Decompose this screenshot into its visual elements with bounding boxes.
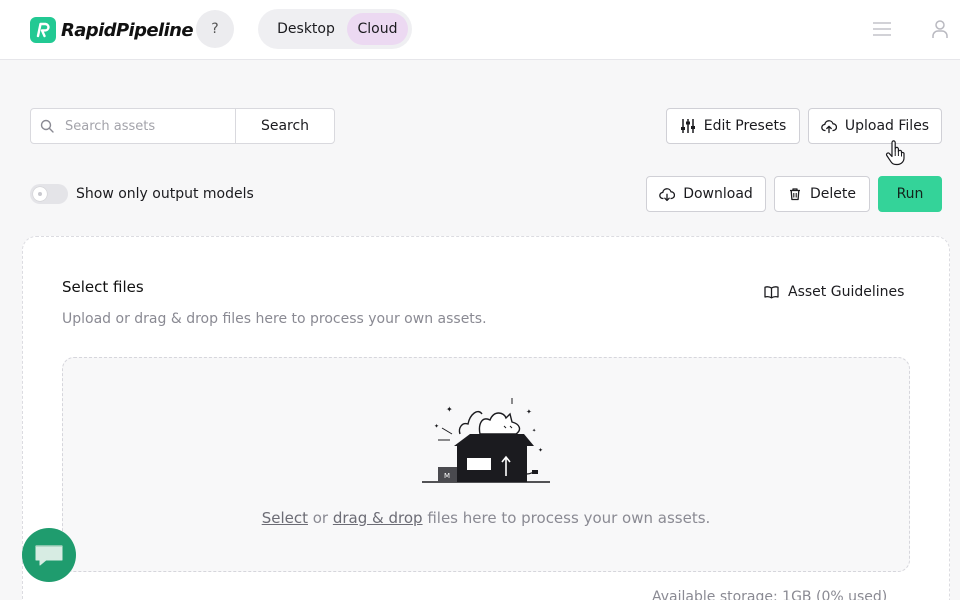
logo[interactable]: RapidPipeline xyxy=(30,17,194,43)
search-button[interactable]: Search xyxy=(235,108,335,144)
asset-guidelines-link[interactable]: Asset Guidelines xyxy=(764,282,904,302)
mode-option-cloud[interactable]: Cloud xyxy=(347,13,408,45)
svg-text:✦: ✦ xyxy=(446,405,453,414)
svg-text:✦: ✦ xyxy=(532,428,536,434)
help-button[interactable]: ? xyxy=(196,10,234,48)
panel-title: Select files xyxy=(62,278,144,296)
upload-files-label: Upload Files xyxy=(844,118,930,134)
download-label: Download xyxy=(683,186,753,202)
delete-label: Delete xyxy=(810,186,856,202)
cat-in-box-illustration: M ✦ ✦ ✦ ✦ ✦ xyxy=(422,398,550,483)
select-files-link[interactable]: Select xyxy=(262,509,308,527)
drag-drop-link[interactable]: drag & drop xyxy=(333,509,423,527)
book-icon xyxy=(764,286,779,299)
svg-text:✦: ✦ xyxy=(526,408,532,416)
search-input[interactable] xyxy=(65,109,233,143)
svg-text:✦: ✦ xyxy=(434,423,439,430)
hand-pointer-icon xyxy=(885,140,905,166)
search-box xyxy=(30,108,236,144)
top-bar: RapidPipeline ? Desktop Cloud xyxy=(0,0,960,60)
dropzone-or-text: or xyxy=(307,509,333,527)
mode-switch: Desktop Cloud xyxy=(258,9,412,49)
sliders-icon xyxy=(680,119,695,133)
chat-button[interactable] xyxy=(22,528,76,582)
mode-option-desktop[interactable]: Desktop xyxy=(264,13,348,45)
cloud-download-icon xyxy=(659,188,676,202)
output-models-toggle-label: Show only output models xyxy=(76,186,254,202)
chat-icon xyxy=(35,545,63,566)
run-button[interactable]: Run xyxy=(878,176,942,212)
panel-subtitle: Upload or drag & drop files here to proc… xyxy=(62,311,487,327)
delete-button[interactable]: Delete xyxy=(774,176,870,212)
storage-info: Available storage: 1GB (0% used) xyxy=(652,589,888,600)
svg-text:M: M xyxy=(444,472,450,480)
asset-guidelines-label: Asset Guidelines xyxy=(788,284,905,300)
logo-text: RapidPipeline xyxy=(61,19,194,41)
download-button[interactable]: Download xyxy=(646,176,766,212)
trash-icon xyxy=(790,188,800,201)
toggle-knob xyxy=(33,187,47,201)
cloud-upload-icon xyxy=(821,120,837,134)
edit-presets-button[interactable]: Edit Presets xyxy=(666,108,800,144)
upload-files-button[interactable]: Upload Files xyxy=(808,108,942,144)
hamburger-menu-icon[interactable] xyxy=(872,19,892,39)
dropzone-rest-text: files here to process your own assets. xyxy=(422,509,711,527)
output-models-toggle[interactable] xyxy=(30,184,68,204)
user-icon[interactable] xyxy=(930,19,950,39)
svg-text:✦: ✦ xyxy=(538,447,543,454)
logo-mark-icon xyxy=(30,17,56,43)
edit-presets-label: Edit Presets xyxy=(703,118,787,134)
search-icon xyxy=(40,119,54,133)
dropzone-text: Select or drag & drop files here to proc… xyxy=(62,509,910,527)
